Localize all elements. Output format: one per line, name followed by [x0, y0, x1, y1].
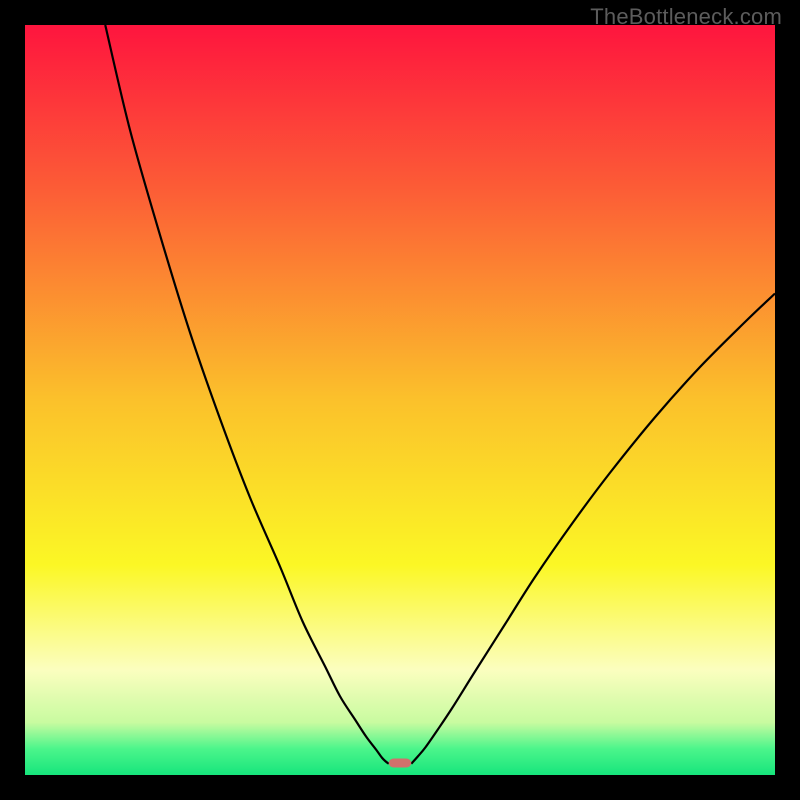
chart-frame: TheBottleneck.com [0, 0, 800, 800]
gradient-background [25, 25, 775, 775]
bottleneck-marker [389, 759, 412, 768]
bottleneck-chart [25, 25, 775, 775]
plot-area [25, 25, 775, 775]
